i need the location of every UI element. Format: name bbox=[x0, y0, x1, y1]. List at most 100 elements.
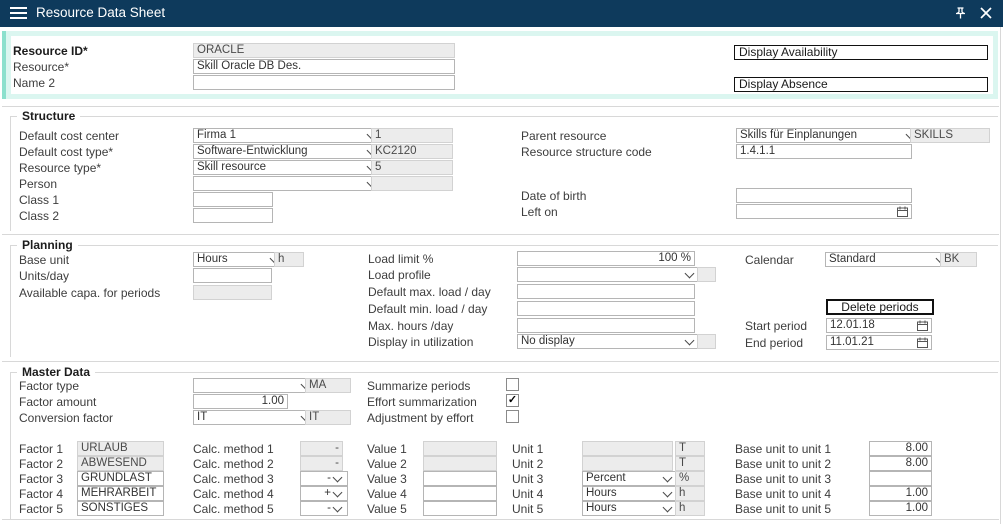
summarize-periods-checkbox[interactable] bbox=[506, 378, 519, 391]
unit1-field bbox=[582, 441, 673, 456]
date-of-birth-field[interactable] bbox=[736, 188, 912, 203]
unit2-field bbox=[582, 456, 673, 471]
units-day-field[interactable] bbox=[193, 268, 272, 283]
unit1-code-field: T bbox=[675, 441, 705, 456]
planning-section-legend: Planning bbox=[17, 238, 78, 252]
conversion-factor-label: Conversion factor bbox=[19, 412, 113, 425]
units-day-label: Units/day bbox=[19, 270, 69, 283]
conversion-factor-select[interactable]: IT bbox=[193, 410, 316, 425]
value1-label: Value 1 bbox=[367, 443, 407, 456]
factor4-label: Factor 4 bbox=[19, 488, 63, 501]
factor-amount-label: Factor amount bbox=[19, 396, 96, 409]
chevron-down-icon bbox=[333, 473, 343, 483]
factor5-field[interactable]: SONSTIGES bbox=[77, 501, 164, 516]
factor2-label: Factor 2 bbox=[19, 458, 63, 471]
resource-type-select[interactable]: Skill resource bbox=[193, 160, 382, 175]
calc-method1-label: Calc. method 1 bbox=[193, 443, 274, 456]
cost-center-label: Default cost center bbox=[19, 130, 119, 143]
cost-type-select[interactable]: Software-Entwicklung bbox=[193, 144, 382, 159]
display-utilization-select[interactable]: No display bbox=[517, 334, 700, 349]
base-unit1-label: Base unit to unit 1 bbox=[735, 443, 831, 456]
calc-method3-select[interactable]: - bbox=[300, 471, 348, 486]
calc-method5-select[interactable]: - bbox=[300, 501, 348, 516]
display-utilization-code-field bbox=[697, 334, 716, 349]
value3-field[interactable] bbox=[423, 471, 497, 486]
base-unit-select[interactable]: Hours bbox=[193, 252, 285, 267]
factor1-label: Factor 1 bbox=[19, 443, 63, 456]
calendar-code-field: BK bbox=[940, 252, 977, 267]
close-icon[interactable] bbox=[980, 7, 992, 19]
start-period-field[interactable]: 12.01.18 bbox=[826, 318, 932, 333]
load-profile-select[interactable] bbox=[517, 267, 700, 282]
calendar-icon[interactable] bbox=[897, 206, 908, 217]
value2-label: Value 2 bbox=[367, 458, 407, 471]
calendar-icon[interactable] bbox=[917, 337, 928, 348]
value5-field[interactable] bbox=[423, 501, 497, 516]
left-on-field[interactable] bbox=[736, 204, 912, 219]
value4-field[interactable] bbox=[423, 486, 497, 501]
cost-type-code-field: KC2120 bbox=[371, 144, 453, 159]
display-availability-button[interactable]: Display Availability bbox=[734, 45, 988, 60]
person-label: Person bbox=[19, 178, 57, 191]
start-period-label: Start period bbox=[745, 320, 807, 333]
unit4-code-field: h bbox=[675, 486, 705, 501]
parent-resource-select[interactable]: Skills für Einplanungen bbox=[736, 128, 921, 143]
person-select[interactable] bbox=[193, 176, 382, 191]
calendar-select[interactable]: Standard bbox=[825, 252, 951, 267]
display-absence-button[interactable]: Display Absence bbox=[734, 77, 988, 92]
max-load-field[interactable] bbox=[517, 284, 695, 299]
class2-field[interactable] bbox=[193, 208, 273, 223]
end-period-field[interactable]: 11.01.21 bbox=[826, 335, 932, 350]
base-unit4-field[interactable]: 1.00 bbox=[869, 486, 932, 501]
value1-field bbox=[423, 441, 497, 456]
unit1-label: Unit 1 bbox=[512, 443, 543, 456]
factor-type-select[interactable] bbox=[193, 378, 316, 393]
accent-strip bbox=[2, 31, 6, 99]
factor4-field[interactable]: MEHRARBEIT bbox=[77, 486, 164, 501]
value3-label: Value 3 bbox=[367, 473, 407, 486]
calc-method2-label: Calc. method 2 bbox=[193, 458, 274, 471]
max-hours-label: Max. hours /day bbox=[368, 320, 453, 333]
menu-icon[interactable] bbox=[10, 7, 27, 20]
unit3-select[interactable]: Percent bbox=[582, 471, 678, 486]
adjustment-by-effort-checkbox[interactable] bbox=[506, 410, 519, 423]
resource-id-label: Resource ID* bbox=[13, 45, 88, 58]
factor-amount-field[interactable]: 1.00 bbox=[193, 394, 288, 409]
delete-periods-button[interactable]: Delete periods bbox=[826, 299, 934, 315]
min-load-field[interactable] bbox=[517, 301, 695, 316]
structure-code-field[interactable]: 1.4.1.1 bbox=[736, 144, 912, 159]
max-hours-field[interactable] bbox=[517, 318, 695, 333]
cost-center-select[interactable]: Firma 1 bbox=[193, 128, 382, 143]
person-code-field bbox=[371, 176, 453, 191]
resource-id-field: ORACLE bbox=[193, 43, 455, 58]
base-unit3-field[interactable] bbox=[869, 471, 932, 486]
structure-section-legend: Structure bbox=[17, 109, 80, 123]
effort-summarization-checkbox[interactable]: ✓ bbox=[506, 394, 519, 407]
effort-summarization-label: Effort summarization bbox=[367, 396, 477, 409]
class1-field[interactable] bbox=[193, 192, 273, 207]
calc-method3-label: Calc. method 3 bbox=[193, 473, 274, 486]
load-limit-field[interactable]: 100 % bbox=[517, 251, 695, 266]
calc-method4-label: Calc. method 4 bbox=[193, 488, 274, 501]
factor3-field[interactable]: GRUNDLAST bbox=[77, 471, 164, 486]
base-unit1-field[interactable]: 8.00 bbox=[869, 441, 932, 456]
name2-field[interactable] bbox=[193, 75, 455, 90]
base-unit5-label: Base unit to unit 5 bbox=[735, 503, 831, 516]
resource-name-field[interactable]: Skill Oracle DB Des. bbox=[193, 59, 455, 74]
calendar-icon[interactable] bbox=[917, 320, 928, 331]
load-limit-label: Load limit % bbox=[368, 253, 433, 266]
factor2-field: ABWESEND bbox=[77, 456, 164, 471]
calc-method4-select[interactable]: + bbox=[300, 486, 348, 501]
conversion-factor-code-field: IT bbox=[305, 410, 351, 425]
factor-type-label: Factor type bbox=[19, 380, 79, 393]
unit5-label: Unit 5 bbox=[512, 503, 543, 516]
cost-center-code-field: 1 bbox=[371, 128, 453, 143]
pin-icon[interactable] bbox=[953, 6, 968, 21]
base-unit-code-field: h bbox=[274, 252, 304, 267]
resource-label: Resource* bbox=[13, 61, 69, 74]
unit4-select[interactable]: Hours bbox=[582, 486, 678, 501]
chevron-down-icon bbox=[663, 503, 673, 513]
base-unit2-field[interactable]: 8.00 bbox=[869, 456, 932, 471]
unit5-select[interactable]: Hours bbox=[582, 501, 678, 516]
base-unit5-field[interactable]: 1.00 bbox=[869, 501, 932, 516]
